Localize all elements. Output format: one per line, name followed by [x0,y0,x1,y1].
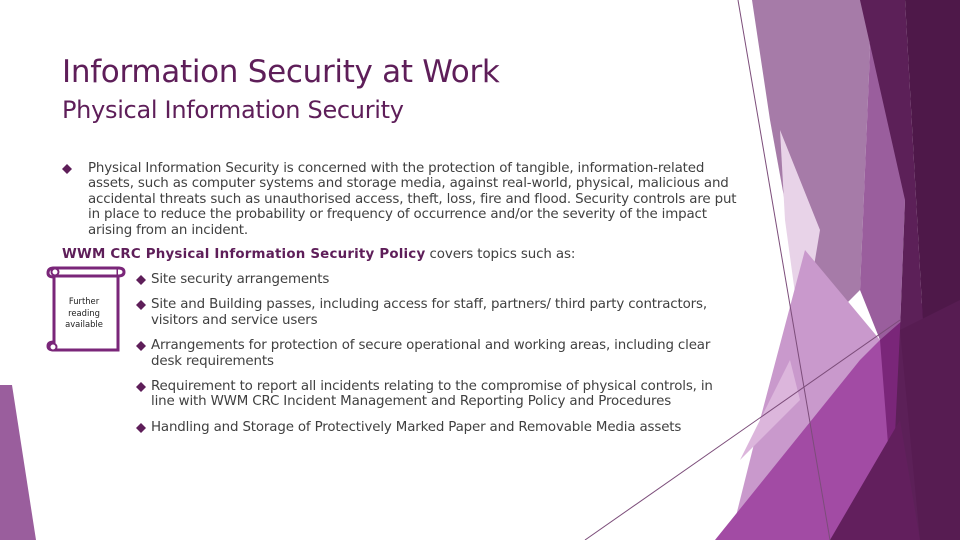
topic-text: Handling and Storage of Protectively Mar… [151,419,682,435]
policy-name: WWM CRC Physical Information Security Po… [62,247,426,262]
diamond-bullet-icon [136,422,146,433]
facet-left [0,385,36,540]
topic-item: Requirement to report all incidents rela… [136,379,736,410]
diamond-bullet-icon [136,382,146,393]
policy-heading: WWM CRC Physical Information Security Po… [62,247,575,262]
intro-text: Physical Information Security is concern… [88,161,737,238]
diamond-bullet-icon [136,300,146,311]
slide-title: Information Security at Work [62,54,500,90]
topic-item: Site and Building passes, including acce… [136,297,736,328]
topic-text: Arrangements for protection of secure op… [151,338,711,369]
intro-bullet: Physical Information Security is concern… [62,161,742,238]
slide-subtitle: Physical Information Security [62,96,404,124]
topic-item: Arrangements for protection of secure op… [136,338,736,369]
slide: Information Security at Work Physical In… [0,0,960,540]
further-reading-note: Further reading available [65,296,103,329]
topic-text: Site security arrangements [151,272,330,287]
intro-paragraph: Physical Information Security is concern… [62,161,742,238]
diamond-bullet-icon [136,341,146,352]
policy-suffix: covers topics such as: [425,247,576,262]
policy-topics-list: Site security arrangements Site and Buil… [136,272,736,445]
topic-item: Site security arrangements [136,272,736,287]
diamond-bullet-icon [62,164,72,174]
diamond-bullet-icon [136,275,146,285]
topic-item: Handling and Storage of Protectively Mar… [136,420,736,435]
topic-text: Requirement to report all incidents rela… [151,379,713,410]
topic-text: Site and Building passes, including acce… [151,297,707,328]
